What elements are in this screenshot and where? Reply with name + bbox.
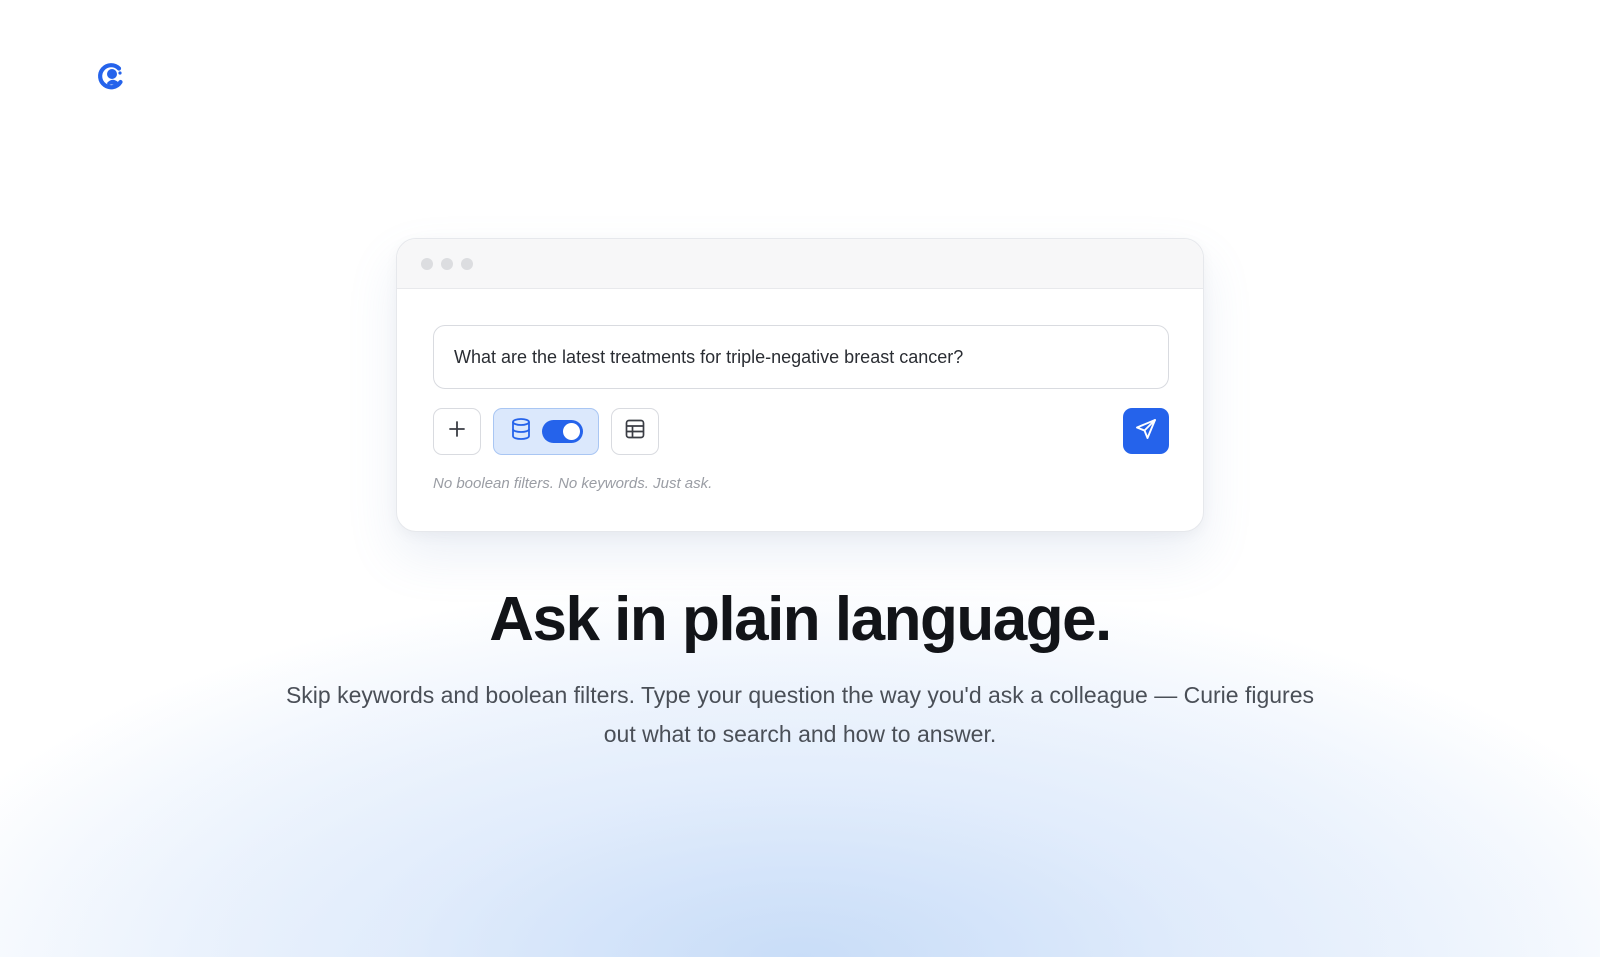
- hero-headline: Ask in plain language.: [489, 585, 1112, 654]
- query-text: What are the latest treatments for tripl…: [454, 346, 964, 367]
- window-dot-minimize: [441, 258, 453, 270]
- plus-icon: [447, 419, 467, 444]
- window-title-bar: [397, 239, 1203, 289]
- database-search-toggle-button[interactable]: [493, 408, 599, 455]
- send-icon: [1134, 417, 1158, 446]
- window-dot-maximize: [461, 258, 473, 270]
- table-icon: [624, 418, 646, 445]
- add-attachment-button[interactable]: [433, 408, 481, 455]
- chat-window-mockup: What are the latest treatments for tripl…: [396, 238, 1204, 532]
- window-dot-close: [421, 258, 433, 270]
- database-icon: [510, 417, 532, 446]
- curie-logo-icon[interactable]: [96, 61, 126, 91]
- table-view-button[interactable]: [611, 408, 659, 455]
- query-input[interactable]: What are the latest treatments for tripl…: [433, 325, 1169, 389]
- input-hint-text: No boolean filters. No keywords. Just as…: [433, 475, 713, 492]
- database-toggle-switch[interactable]: [542, 420, 583, 443]
- hero-subtext: Skip keywords and boolean filters. Type …: [285, 682, 1315, 747]
- send-button[interactable]: [1123, 408, 1169, 454]
- toggle-knob: [563, 423, 580, 440]
